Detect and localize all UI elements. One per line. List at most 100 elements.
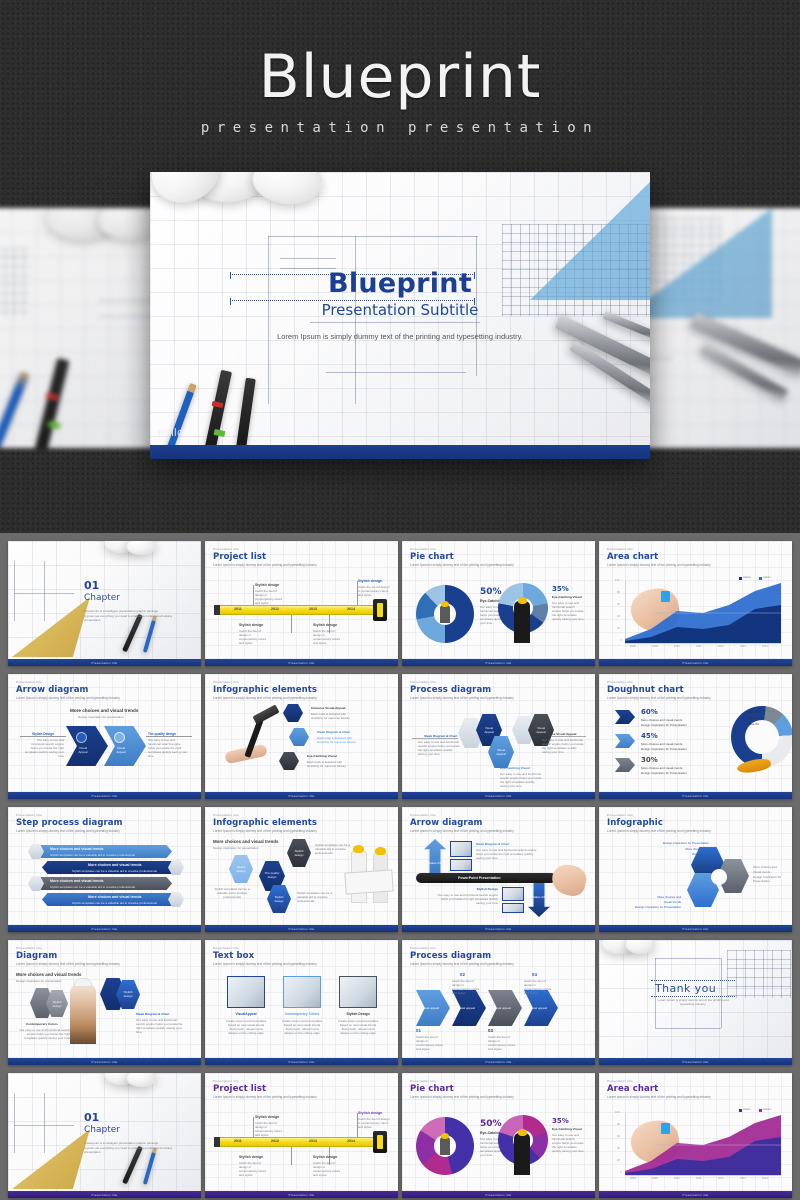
hero-banner: Blueprint presentation presentation Blue… xyxy=(0,0,800,533)
slide-footer-bar: Presentation title xyxy=(205,659,398,666)
item-1-body: Each work is featured with simplicity fo… xyxy=(311,712,350,721)
slide-footer-bar: Presentation title xyxy=(8,792,201,799)
node-1-label: Visual Appeal xyxy=(484,726,494,735)
slide-footer-bar: Presentation title xyxy=(8,659,201,666)
hex-node-3 xyxy=(279,752,299,770)
area-chart-svg xyxy=(625,583,781,643)
slide-thumbnail-6[interactable]: Presentation title Infographic elements … xyxy=(205,674,398,799)
slide-lede: Lorem Ipsum is simply dummy text of the … xyxy=(410,696,514,700)
footer-text: Presentation title xyxy=(682,793,709,798)
card-3-body: Create power pencil templates based on n… xyxy=(337,1019,379,1036)
callout-2-body: Catch the feel of design in contemporary… xyxy=(358,1117,390,1130)
slide-thumbnail-19[interactable]: Presentation title Pie chart Lorem Ipsum… xyxy=(402,1073,595,1198)
chevron-4-body: Catch the feel of design in contemporary… xyxy=(524,979,552,996)
item-3-title: Eye-Catching Visual xyxy=(307,754,337,758)
slide-thumbnail-4[interactable]: Presentation title Area chart Lorem Ipsu… xyxy=(599,541,792,666)
photo-thumb-bottom xyxy=(502,887,524,901)
slide-thumbnail-9[interactable]: Presentation title Step process diagram … xyxy=(8,807,201,932)
thank-you-title: Thank you xyxy=(655,982,717,995)
chart-x-axis xyxy=(625,643,781,644)
callout-1-body: Catch the feel of design in contemporary… xyxy=(255,1121,283,1138)
hex-node-1 xyxy=(283,704,303,722)
slide-kicker: Presentation title xyxy=(213,946,239,950)
tape-year-4: 2014 xyxy=(347,606,355,611)
callout-4-title: Stylish design xyxy=(313,1155,338,1159)
tape-hook xyxy=(214,1137,220,1147)
section-headline: More choices and visual trends xyxy=(16,972,82,977)
slide-thumbnail-11[interactable]: Presentation title Arrow diagram Lorem I… xyxy=(402,807,595,932)
hero-slide-preview[interactable]: Blueprint Presentation Subtitle Lorem Ip… xyxy=(150,172,650,459)
caption-3-body: Our easy to use and functional search en… xyxy=(542,738,584,755)
card-2-body: Create power pencil templates based on n… xyxy=(281,1019,323,1036)
chevron-1-label: Visual appeal xyxy=(421,1006,439,1010)
footer-text: Presentation title xyxy=(485,660,512,665)
hero-slide-subtitle: Presentation Subtitle xyxy=(321,301,479,319)
caption-2-body: Our easy to use and functional search en… xyxy=(500,772,542,789)
slide-kicker: Presentation title xyxy=(213,680,239,684)
step-3-body: Stylish templates can be a valuable aid … xyxy=(50,885,136,889)
item-3-body: Each work is featured with simplicity fo… xyxy=(307,760,346,769)
chevron-4-num: 04 xyxy=(532,972,537,977)
slide-thumbnail-20[interactable]: Presentation title Area chart Lorem Ipsu… xyxy=(599,1073,792,1198)
bl-line-3: Design Inspiration for Presentation xyxy=(634,905,681,909)
slide-title: Project list xyxy=(213,552,267,562)
chevron-1-body: Catch the feel of design in contemporary… xyxy=(416,1035,444,1052)
slide-thumbnail-2[interactable]: Presentation title Project list Lorem Ip… xyxy=(205,541,398,666)
card-1-body: Create power pencil templates based on n… xyxy=(225,1019,267,1036)
slide-kicker: Presentation title xyxy=(16,680,42,684)
slide-thumbnail-12[interactable]: Presentation title Infographic Lorem Ips… xyxy=(599,807,792,932)
slide-footer-bar: Presentation title xyxy=(599,1058,792,1065)
slide-thumbnail-14[interactable]: Presentation title Text box Lorem Ipsum … xyxy=(205,940,398,1065)
slide-footer-bar: Presentation title xyxy=(205,1191,398,1198)
footer-text: Presentation title xyxy=(288,926,315,931)
section-subhead: Design inspiration for presentation xyxy=(16,979,62,983)
slide-lede: Lorem Ipsum is simply dummy text of the … xyxy=(607,563,711,567)
tape-case xyxy=(373,599,387,621)
slide-thumbnail-8[interactable]: Presentation title Doughnut chart Lorem … xyxy=(599,674,792,799)
slide-title: Process diagram xyxy=(410,685,492,695)
slide-footer-bar: Presentation title xyxy=(205,1058,398,1065)
tape-case xyxy=(373,1131,387,1153)
callout-1-title: Stylish design xyxy=(255,1115,280,1119)
chapter-number: 01 xyxy=(84,1111,100,1124)
slide-footer-bar: Presentation title xyxy=(599,925,792,932)
chevron-2-num: 02 xyxy=(460,972,465,977)
hardhat-icon xyxy=(74,978,92,987)
slide-thumbnail-1[interactable]: 01 Chapter Powerpoint is a intelligent p… xyxy=(8,541,201,666)
slide-title: Diagram xyxy=(16,951,58,961)
right-body: Our easy to use and functional search en… xyxy=(148,738,188,759)
footer-text: Presentation title xyxy=(91,926,118,931)
callout-3-body: Catch the feel of design in contemporary… xyxy=(239,629,267,646)
slide-footer-bar: Presentation title xyxy=(402,659,595,666)
slide-thumbnail-15[interactable]: Presentation title Process diagram Lorem… xyxy=(402,940,595,1065)
slide-thumbnail-16[interactable]: Thank you Lorem Ipsum is simply dummy te… xyxy=(599,940,792,1065)
step-4-body: Stylish templates can be a valuable aid … xyxy=(72,901,158,905)
slide-thumbnail-18[interactable]: Presentation title Project list Lorem Ip… xyxy=(205,1073,398,1198)
area-chart-svg xyxy=(625,1115,781,1175)
row-2-line-2: Design inspiration for Presentation xyxy=(641,747,687,751)
slide-thumbnail-17[interactable]: 01 Chapter Powerpoint is a intelligent p… xyxy=(8,1073,201,1198)
section-headline: More choices and visual trends xyxy=(70,708,139,713)
footer-text: Presentation title xyxy=(682,1192,709,1197)
card-1-title: VisualAppeal xyxy=(235,1012,257,1016)
section-subhead: Design inspiration for presentation xyxy=(213,846,259,850)
slide-thumbnail-10[interactable]: Presentation title Infographic elements … xyxy=(205,807,398,932)
mr-line-1: More choices and xyxy=(753,865,777,869)
slide-kicker: Presentation title xyxy=(410,680,436,684)
chevron-1-num: 01 xyxy=(416,1028,421,1033)
footer-text: Presentation title xyxy=(682,1059,709,1064)
row-3-value: 30% xyxy=(641,756,658,764)
slide-kicker: Presentation title xyxy=(16,813,42,817)
slide-thumbnail-7[interactable]: Presentation title Process diagram Lorem… xyxy=(402,674,595,799)
section-subhead: Design inspiration for presentation xyxy=(78,715,124,719)
callout-2-body: Catch the feel of design in contemporary… xyxy=(358,585,390,598)
callout-2-title: Stylish design xyxy=(358,579,383,583)
slide-thumbnail-5[interactable]: Presentation title Arrow diagram Lorem I… xyxy=(8,674,201,799)
legend-label-2: value2 xyxy=(763,1107,771,1111)
slide-thumbnail-3[interactable]: Presentation title Pie chart Lorem Ipsum… xyxy=(402,541,595,666)
legend-swatch-1 xyxy=(739,1109,742,1112)
caption-2: Eye-Catching Visual xyxy=(500,766,530,770)
row-1-line-1: More choices and visual trends xyxy=(641,718,683,722)
slide-footer-bar: Presentation title xyxy=(8,1058,201,1065)
slide-thumbnail-13[interactable]: Presentation title Diagram Lorem Ipsum i… xyxy=(8,940,201,1065)
